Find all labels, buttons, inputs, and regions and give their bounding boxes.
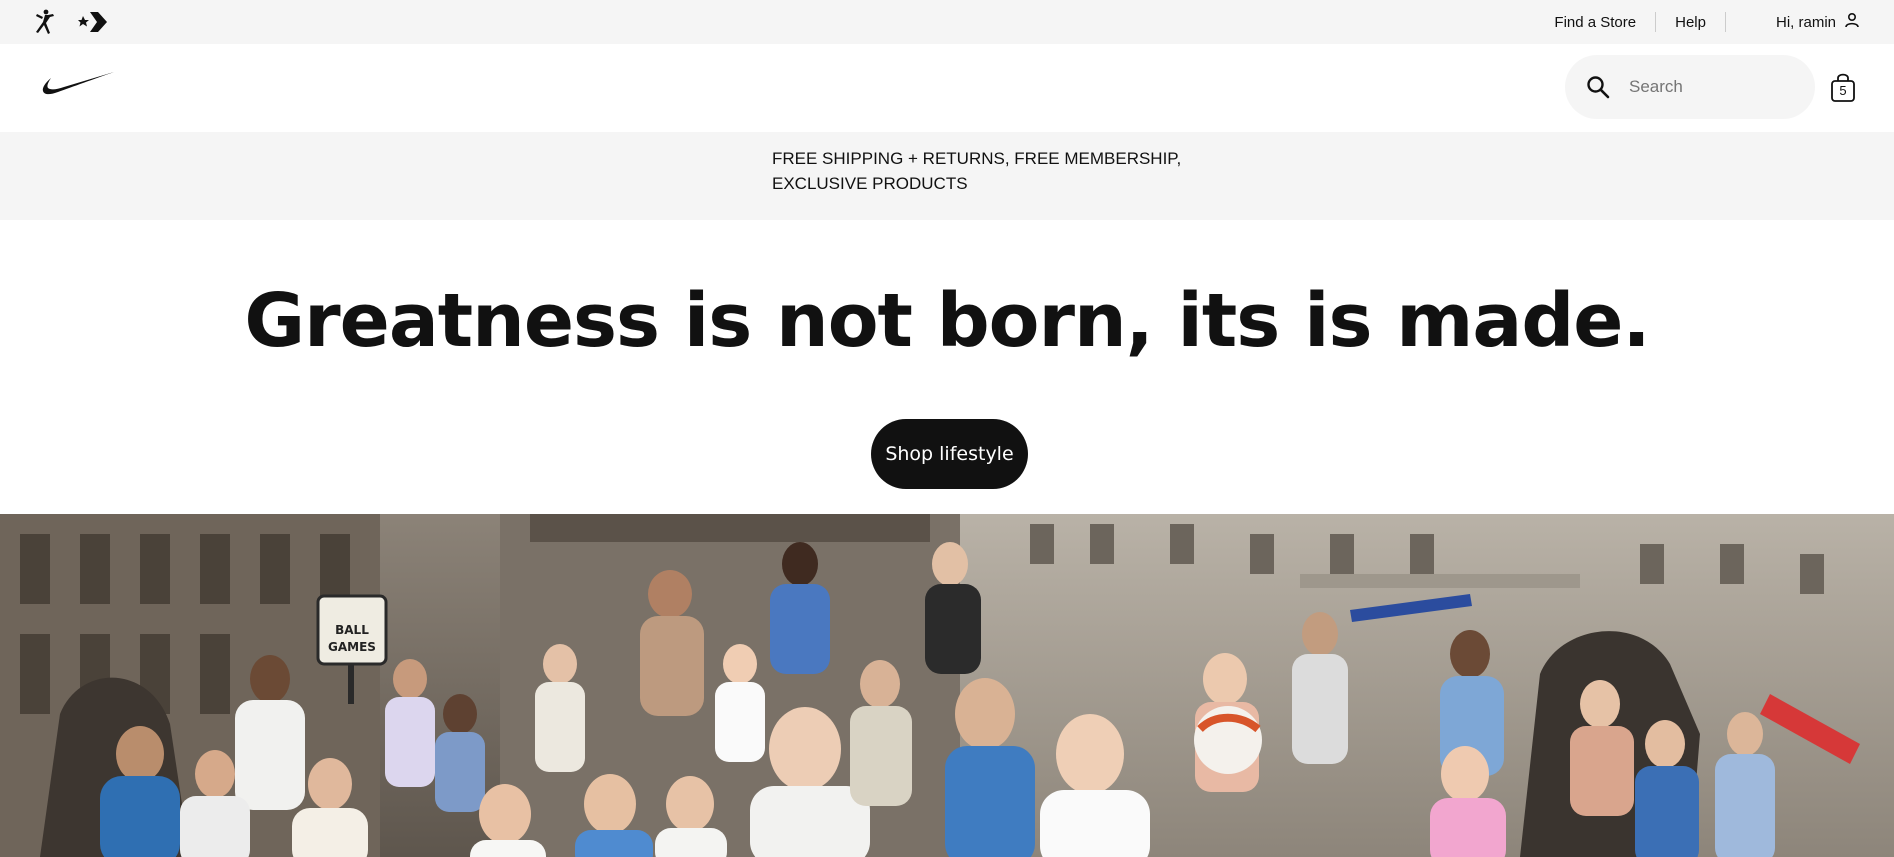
nike-swoosh-logo[interactable] — [42, 70, 116, 105]
search-box — [1565, 55, 1815, 119]
user-icon — [1844, 12, 1860, 32]
promo-text: FREE SHIPPING + RETURNS, FREE MEMBERSHIP… — [772, 146, 1192, 196]
shopping-bag-button[interactable]: 5 — [1829, 70, 1857, 104]
promo-line-2: EXCLUSIVE PRODUCTS — [772, 174, 968, 193]
promo-line-1: FREE SHIPPING + RETURNS, FREE MEMBERSHIP… — [772, 149, 1182, 168]
bag-count: 5 — [1839, 83, 1847, 98]
user-greeting: Hi, ramin — [1775, 13, 1836, 31]
shop-lifestyle-button[interactable]: Shop lifestyle — [871, 419, 1028, 489]
hero-photo-illustration: BALL GAMES — [0, 514, 1894, 857]
converse-logo-icon[interactable] — [76, 9, 108, 35]
hero-title: Greatness is not born, its is made. — [244, 278, 1650, 364]
account-link[interactable]: Hi, ramin — [1726, 12, 1864, 32]
search-input[interactable] — [1629, 77, 1799, 97]
jordan-logo-icon[interactable] — [30, 8, 58, 36]
search-icon[interactable] — [1583, 72, 1613, 102]
sign-line-2: GAMES — [328, 640, 376, 654]
help-link[interactable]: Help — [1656, 14, 1725, 31]
utility-bar: Find a Store Help Hi, ramin — [0, 0, 1894, 44]
hero-image: BALL GAMES — [0, 514, 1894, 857]
promo-banner: FREE SHIPPING + RETURNS, FREE MEMBERSHIP… — [0, 132, 1894, 220]
sign-line-1: BALL — [335, 623, 369, 637]
find-a-store-link[interactable]: Find a Store — [1535, 14, 1655, 31]
utility-links: Find a Store Help Hi, ramin — [1535, 0, 1864, 44]
main-header: 5 — [0, 44, 1894, 132]
brand-links — [30, 8, 108, 36]
